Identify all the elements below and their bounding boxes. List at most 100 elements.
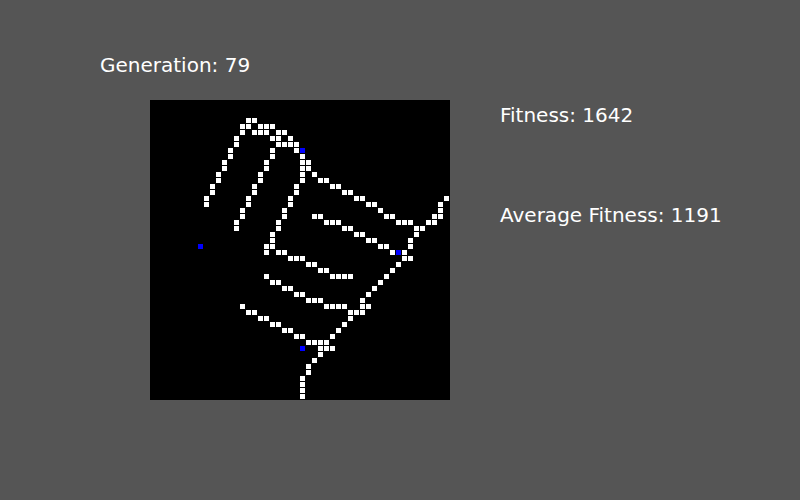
grid-cell: [276, 136, 281, 141]
grid-cell: [264, 316, 269, 321]
grid-cell: [300, 394, 305, 399]
grid-cell: [282, 250, 287, 255]
grid-cell: [252, 130, 257, 135]
grid-cell: [300, 376, 305, 381]
grid-cell: [288, 256, 293, 261]
grid-cell: [354, 232, 359, 237]
grid-cell: [246, 196, 251, 201]
grid-cell: [408, 256, 413, 261]
grid-cell: [396, 262, 401, 267]
grid-cell: [288, 328, 293, 333]
grid-cell: [210, 190, 215, 195]
grid-cell: [246, 118, 251, 123]
grid-cell: [384, 214, 389, 219]
grid-cell: [330, 184, 335, 189]
grid-cell: [414, 232, 419, 237]
grid-cell: [216, 172, 221, 177]
grid-cell: [288, 286, 293, 291]
grid-cell: [360, 298, 365, 303]
grid-cell: [258, 178, 263, 183]
grid-cell: [300, 154, 305, 159]
grid-cell: [270, 244, 275, 249]
grid-cell: [264, 250, 269, 255]
grid-cell: [270, 148, 275, 153]
grid-cell: [324, 346, 329, 351]
grid-cell: [318, 352, 323, 357]
grid-cell: [270, 280, 275, 285]
grid-cell: [276, 142, 281, 147]
grid-cell: [234, 226, 239, 231]
grid-cell: [306, 298, 311, 303]
grid-cell: [414, 226, 419, 231]
grid-cell: [402, 220, 407, 225]
grid-cell: [312, 298, 317, 303]
grid-cell: [300, 382, 305, 387]
grid-cell: [240, 124, 245, 129]
grid-cell: [264, 160, 269, 165]
grid-cell: [336, 304, 341, 309]
grid-cell: [276, 226, 281, 231]
grid-cell: [300, 172, 305, 177]
grid-cell: [348, 316, 353, 321]
grid-cell: [360, 196, 365, 201]
grid-cell: [234, 220, 239, 225]
grid-cell: [444, 196, 449, 201]
grid-cell: [372, 286, 377, 291]
grid-cell: [312, 358, 317, 363]
grid-cell: [396, 220, 401, 225]
grid-cell: [276, 322, 281, 327]
grid-cell: [270, 238, 275, 243]
grid-cell: [306, 262, 311, 267]
grid-cell: [258, 124, 263, 129]
grid-cell: [330, 220, 335, 225]
grid-cell: [324, 220, 329, 225]
grid-cell: [264, 166, 269, 171]
grid-cell: [330, 304, 335, 309]
grid-cell: [270, 232, 275, 237]
grid-cell: [288, 196, 293, 201]
grid-cell: [330, 346, 335, 351]
grid-cell: [282, 286, 287, 291]
blue-cell: [396, 250, 401, 255]
grid-cell: [252, 184, 257, 189]
grid-cell: [264, 244, 269, 249]
grid-cell: [276, 130, 281, 135]
grid-cell: [372, 202, 377, 207]
grid-cell: [348, 274, 353, 279]
grid-cell: [300, 178, 305, 183]
grid-cell: [228, 148, 233, 153]
grid-cell: [294, 292, 299, 297]
grid-cell: [402, 250, 407, 255]
grid-cell: [336, 328, 341, 333]
grid-cell: [384, 244, 389, 249]
grid-cell: [246, 310, 251, 315]
grid-cell: [342, 226, 347, 231]
grid-cell: [300, 160, 305, 165]
grid-cell: [264, 130, 269, 135]
grid-cell: [258, 172, 263, 177]
grid-cell: [282, 328, 287, 333]
grid-cell: [408, 238, 413, 243]
blue-cell: [198, 244, 203, 249]
grid-cell: [438, 214, 443, 219]
grid-cell: [276, 250, 281, 255]
grid-cell: [312, 340, 317, 345]
grid-cell: [210, 184, 215, 189]
grid-cell: [318, 298, 323, 303]
grid-cell: [270, 322, 275, 327]
grid-cell: [306, 370, 311, 375]
grid-cell: [348, 190, 353, 195]
grid-cell: [390, 268, 395, 273]
grid-cell: [342, 274, 347, 279]
grid-cell: [294, 184, 299, 189]
simulation-board: [150, 100, 450, 400]
grid-cell: [354, 196, 359, 201]
grid-cell: [288, 142, 293, 147]
grid-cell: [306, 364, 311, 369]
grid-cell: [282, 130, 287, 135]
grid-cell: [378, 244, 383, 249]
grid-cell: [270, 124, 275, 129]
grid-cell: [366, 304, 371, 309]
grid-cell: [372, 238, 377, 243]
grid-cell: [330, 334, 335, 339]
